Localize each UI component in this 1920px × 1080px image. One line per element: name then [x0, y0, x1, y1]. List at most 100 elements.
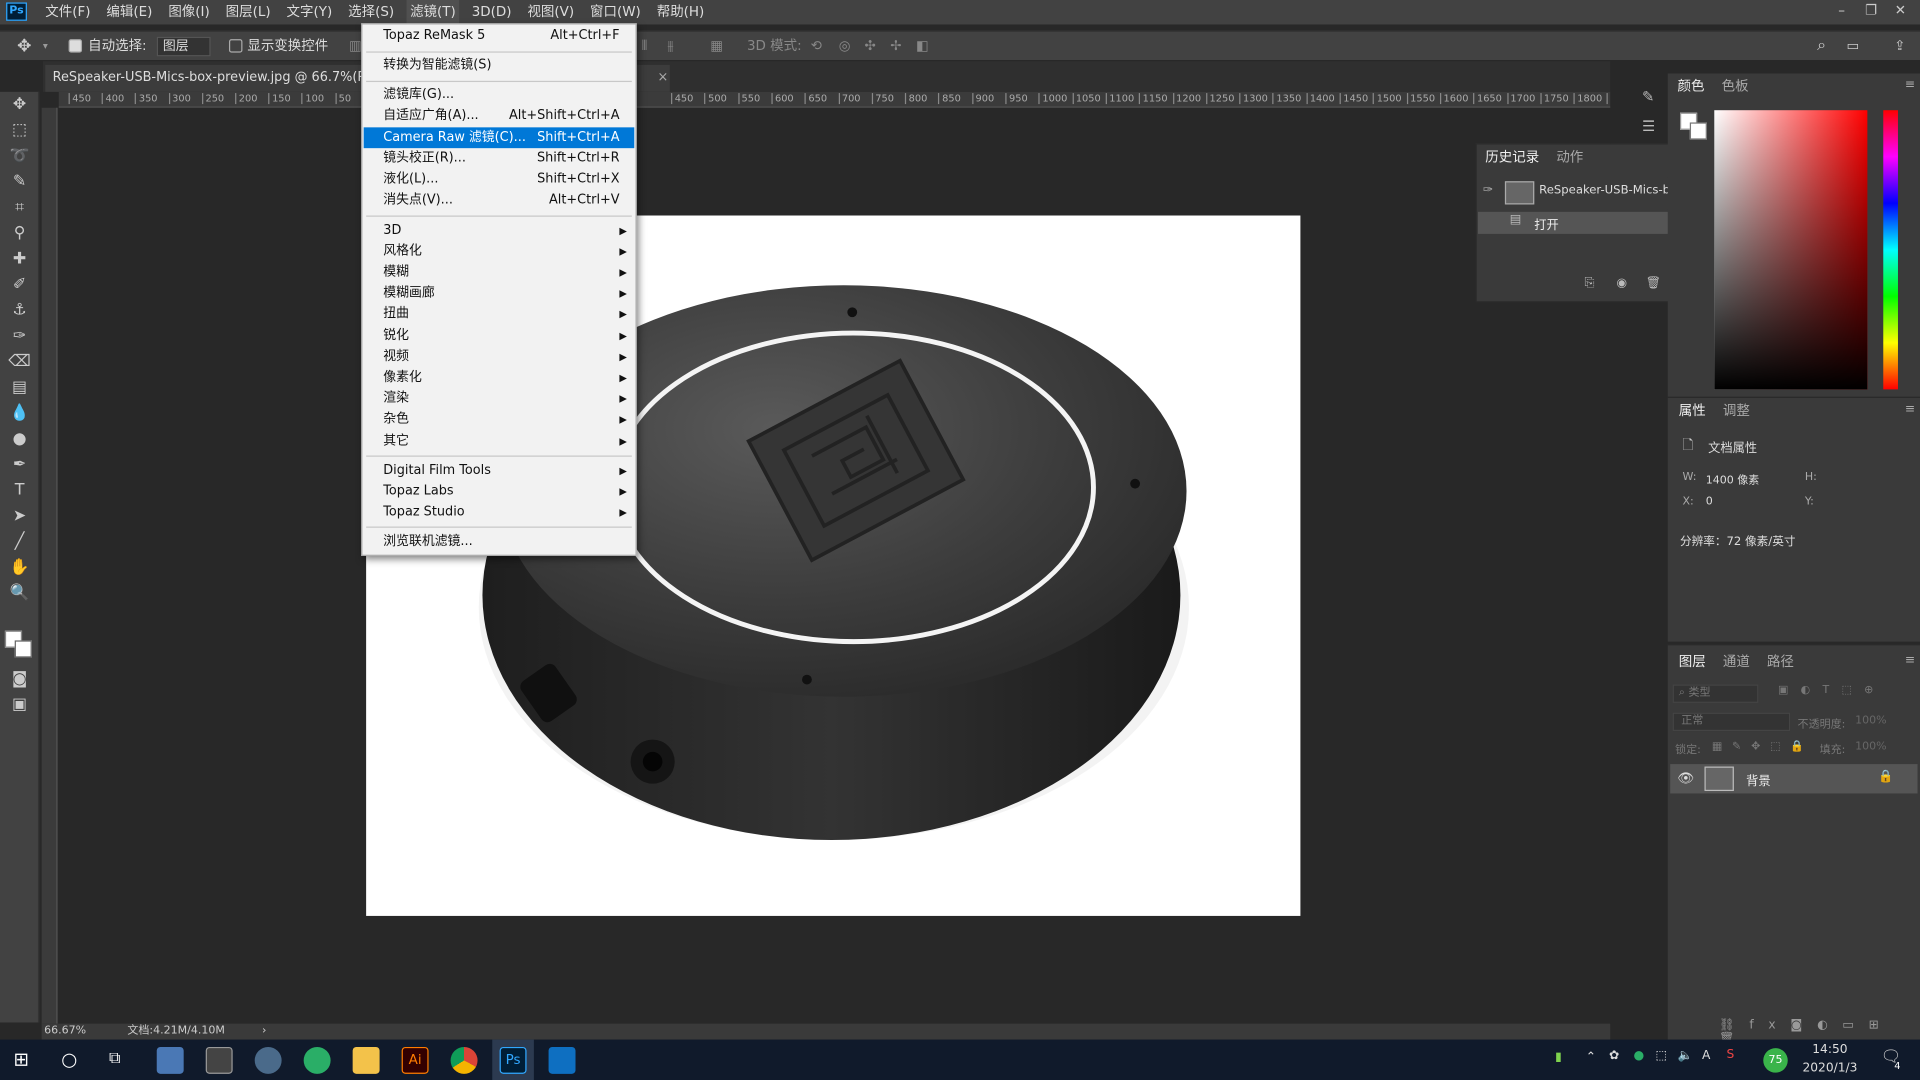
menu-item-stylize[interactable]: 风格化 ▶: [364, 241, 635, 262]
menu-view[interactable]: 视图(V): [527, 0, 574, 24]
camera-icon[interactable]: ◉: [1616, 277, 1627, 290]
menu-item-topaz-labs[interactable]: Topaz Labs ▶: [364, 481, 635, 502]
network-icon[interactable]: ⬚: [1656, 1049, 1668, 1062]
menu-image[interactable]: 图像(I): [168, 0, 209, 24]
search-icon[interactable]: ⌕: [1817, 32, 1826, 61]
history-step[interactable]: ▤ 打开: [1477, 211, 1672, 234]
orbit-3d-icon[interactable]: ⟲: [811, 32, 822, 61]
align-icon[interactable]: ▥: [349, 32, 362, 61]
eraser-icon[interactable]: ⌫: [7, 353, 31, 373]
menu-help[interactable]: 帮助(H): [657, 0, 705, 24]
history-brush-icon[interactable]: ✑: [7, 327, 31, 347]
menu-item-vanishing-point[interactable]: 消失点(V)... Alt+Ctrl+V: [364, 190, 635, 211]
menu-item-camera-raw[interactable]: Camera Raw 滤镜(C)... Shift+Ctrl+A: [363, 127, 635, 149]
adjust-icon[interactable]: ☰: [1642, 118, 1655, 135]
brush-icon[interactable]: ✐: [7, 276, 31, 296]
menu-item-lens-correction[interactable]: 镜头校正(R)... Shift+Ctrl+R: [364, 148, 635, 169]
lock-icons[interactable]: ▦✎✥⬚🔒: [1712, 741, 1814, 753]
panel-menu-icon[interactable]: ≡: [1905, 78, 1915, 91]
distribute-icon[interactable]: ⫴: [642, 32, 648, 61]
layer-row[interactable]: 👁 背景 🔒: [1670, 764, 1918, 794]
auto-select-dropdown[interactable]: 图层: [156, 36, 211, 57]
menu-select[interactable]: 选择(S): [348, 0, 394, 24]
menu-item-adaptive-wide-angle[interactable]: 自适应广角(A)... Alt+Shift+Ctrl+A: [364, 105, 635, 126]
healing-icon[interactable]: ✚: [7, 250, 31, 270]
scale-3d-icon[interactable]: ◧: [916, 32, 929, 61]
menu-item-other[interactable]: 其它 ▶: [364, 431, 635, 452]
badge-count[interactable]: 75: [1763, 1048, 1788, 1073]
volume-icon[interactable]: 🔈: [1678, 1049, 1693, 1062]
history-brush-source-icon[interactable]: ✑: [1483, 184, 1493, 197]
wechat-tray-icon[interactable]: ●: [1633, 1049, 1644, 1062]
tab-channels[interactable]: 通道: [1723, 654, 1750, 670]
menu-item-browse-online[interactable]: 浏览联机滤镜...: [364, 531, 635, 552]
illustrator-icon[interactable]: Ai: [401, 1046, 429, 1074]
wechat-icon[interactable]: [303, 1046, 331, 1074]
sogou-icon[interactable]: S: [1727, 1048, 1735, 1061]
restore-icon[interactable]: ❐: [1856, 0, 1885, 22]
auto-select-checkbox[interactable]: [68, 39, 83, 53]
clock-date[interactable]: 2020/1/3: [1802, 1062, 1857, 1075]
opacity-value[interactable]: 100%: [1855, 715, 1887, 727]
roll-3d-icon[interactable]: ◎: [839, 32, 851, 61]
eyedropper-icon[interactable]: ⚲: [7, 224, 31, 244]
photoshop-logo[interactable]: Ps: [6, 2, 27, 21]
gradient-icon[interactable]: ▤: [7, 378, 31, 398]
share-icon[interactable]: ⇪: [1894, 32, 1905, 61]
layer-filter-icons[interactable]: ▣◐T⬚⊕: [1778, 684, 1886, 696]
menu-item-blur-gallery[interactable]: 模糊画廊 ▶: [364, 283, 635, 304]
blend-mode-dropdown[interactable]: 正常: [1672, 712, 1791, 732]
menu-item-topaz-studio[interactable]: Topaz Studio ▶: [364, 502, 635, 523]
auto-align-icon[interactable]: ▦: [710, 32, 723, 61]
tab-history[interactable]: 历史记录: [1485, 149, 1539, 165]
menu-item-filter-gallery[interactable]: 滤镜库(G)...: [364, 84, 635, 105]
zoom-icon[interactable]: 🔍: [7, 584, 31, 604]
menu-item-video[interactable]: 视频 ▶: [364, 347, 635, 368]
tab-swatches[interactable]: 色板: [1722, 78, 1749, 94]
layer-filter-dropdown[interactable]: ⌕ 类型: [1672, 684, 1759, 703]
clock-time[interactable]: 14:50: [1812, 1043, 1847, 1056]
vscode-icon[interactable]: [548, 1046, 576, 1074]
type-icon[interactable]: T: [7, 481, 31, 501]
brush-settings-icon[interactable]: ✎: [1642, 88, 1654, 105]
menu-item-noise[interactable]: 杂色 ▶: [364, 409, 635, 430]
path-select-icon[interactable]: ➤: [7, 507, 31, 527]
blur-icon[interactable]: 💧: [7, 404, 31, 424]
workspace-icon[interactable]: ▭: [1847, 32, 1860, 61]
menu-item-liquify[interactable]: 液化(L)... Shift+Ctrl+X: [364, 169, 635, 190]
dodge-icon[interactable]: ●: [7, 430, 31, 450]
tab-paths[interactable]: 路径: [1767, 654, 1794, 670]
panel-menu-icon[interactable]: ≡: [1905, 403, 1915, 416]
menu-3d[interactable]: 3D(D): [472, 0, 512, 24]
history-snapshot[interactable]: ✑ ReSpeaker-USB-Mics-b...: [1477, 177, 1684, 210]
windows-start-icon[interactable]: ⊞: [13, 1048, 28, 1070]
move-tool-icon[interactable]: ✥: [17, 32, 31, 61]
pan-3d-icon[interactable]: ✣: [864, 32, 875, 61]
menu-item-sharpen[interactable]: 锐化 ▶: [364, 326, 635, 347]
tray-app-icon[interactable]: ✿: [1609, 1049, 1619, 1062]
tab-adjustments[interactable]: 调整: [1723, 403, 1750, 419]
calculator-icon[interactable]: [205, 1046, 233, 1074]
trash-icon[interactable]: 🗑: [1646, 277, 1662, 290]
width-value[interactable]: 1400 像素: [1706, 471, 1760, 487]
tab-properties[interactable]: 属性: [1679, 403, 1706, 419]
lasso-icon[interactable]: ➰: [7, 147, 31, 167]
hue-slider[interactable]: [1883, 110, 1898, 390]
tab-color[interactable]: 颜色: [1678, 78, 1705, 94]
stamp-icon[interactable]: ⚓: [7, 301, 31, 321]
layer-name[interactable]: 背景: [1746, 770, 1770, 788]
taskbar-app-icon[interactable]: [156, 1046, 184, 1074]
background-color-swatch[interactable]: [14, 640, 32, 658]
fill-value[interactable]: 100%: [1855, 741, 1887, 753]
menu-item-blur[interactable]: 模糊 ▶: [364, 262, 635, 283]
pen-icon[interactable]: ✒: [7, 456, 31, 476]
hand-icon[interactable]: ✋: [7, 558, 31, 578]
screen-mode-icon[interactable]: ▣: [7, 696, 31, 716]
photoshop-taskbar-icon[interactable]: Ps: [499, 1046, 527, 1074]
taskbar-app-icon[interactable]: [254, 1046, 282, 1074]
menu-item-render[interactable]: 渲染 ▶: [364, 388, 635, 409]
x-value[interactable]: 0: [1706, 496, 1713, 508]
tab-actions[interactable]: 动作: [1556, 149, 1583, 165]
menu-item-digital-film-tools[interactable]: Digital Film Tools ▶: [364, 460, 635, 481]
minimize-icon[interactable]: –: [1827, 0, 1856, 22]
